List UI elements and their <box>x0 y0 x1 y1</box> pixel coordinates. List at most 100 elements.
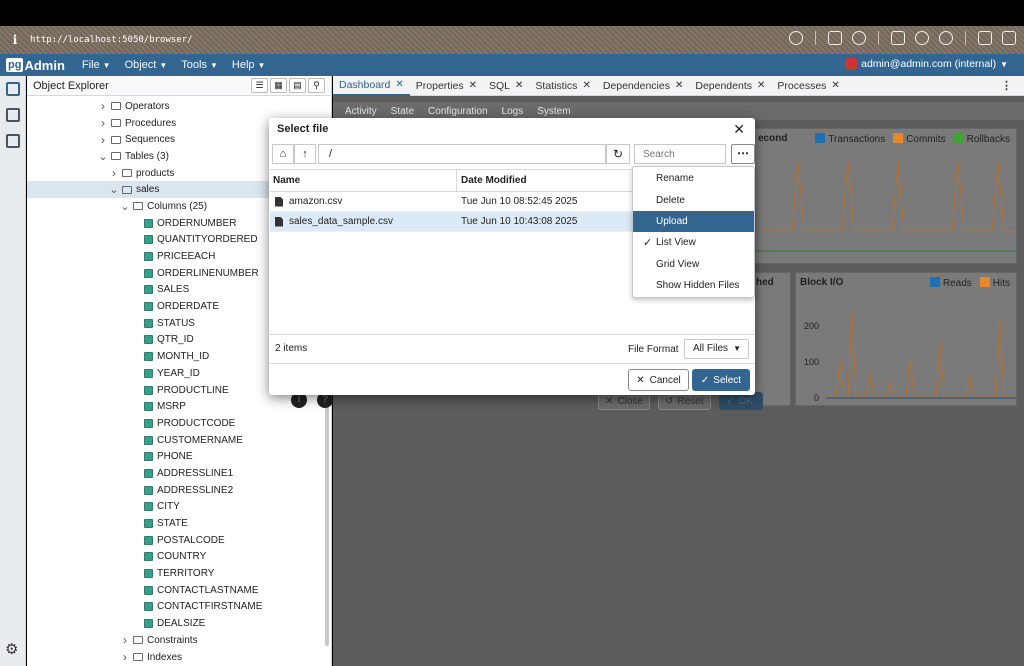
table-view-icon[interactable]: ▦ <box>270 78 287 93</box>
menu-item-grid-view[interactable]: Grid View <box>633 254 754 275</box>
info-icon[interactable]: i <box>0 33 30 47</box>
tree-item-label: Procedures <box>125 117 177 129</box>
gear-icon[interactable]: ⚙ <box>5 640 18 658</box>
menu-item-show-hidden-files[interactable]: Show Hidden Files <box>633 275 754 296</box>
menu-file-label: File <box>81 59 100 71</box>
legend-item-commits[interactable]: Commits <box>893 133 946 145</box>
legend-item-rollbacks[interactable]: Rollbacks <box>953 133 1010 145</box>
more-options-icon[interactable]: ⋮ <box>1001 79 1012 92</box>
camera-icon[interactable] <box>852 31 866 45</box>
tree-item-addressline1[interactable]: ADDRESSLINE1 <box>27 465 331 482</box>
menu-object[interactable]: Object ▼ <box>125 59 168 71</box>
tree-item-productcode[interactable]: PRODUCTCODE <box>27 415 331 432</box>
chevron-right-icon[interactable]: › <box>98 116 108 130</box>
more-options-button[interactable]: ⋯ <box>731 144 755 164</box>
chevron-right-icon[interactable]: › <box>120 633 130 647</box>
tree-item-indexes[interactable]: › Indexes <box>27 649 331 666</box>
tab-dependents[interactable]: Dependents ✕ <box>689 76 771 96</box>
menu-help[interactable]: Help ▼ <box>232 59 266 71</box>
tree-item-contactfirstname[interactable]: CONTACTFIRSTNAME <box>27 599 331 616</box>
tab-statistics[interactable]: Statistics ✕ <box>529 76 596 96</box>
refresh-icon[interactable]: ↻ <box>606 144 630 164</box>
tab-processes[interactable]: Processes ✕ <box>771 76 845 96</box>
object-explorer-header: Object Explorer ☰ ▦ ▤ ⚲ <box>27 76 331 96</box>
close-icon[interactable]: ✕ <box>582 80 590 91</box>
menu-file[interactable]: File ▼ <box>82 59 111 71</box>
column-header-name[interactable]: Name <box>270 169 457 192</box>
database-icon[interactable] <box>6 108 20 122</box>
url-text[interactable]: http://localhost:5050/browser/ <box>30 35 193 45</box>
object-explorer-icon[interactable] <box>6 82 20 96</box>
chevron-right-icon[interactable]: › <box>98 133 108 147</box>
subtab-activity[interactable]: Activity <box>345 106 377 117</box>
tree-item-customername[interactable]: CUSTOMERNAME <box>27 432 331 449</box>
legend-item-transactions[interactable]: Transactions <box>815 133 885 145</box>
subtab-logs[interactable]: Logs <box>502 106 524 117</box>
column-icon <box>144 485 153 495</box>
tree-item-postalcode[interactable]: POSTALCODE <box>27 532 331 549</box>
home-icon[interactable]: ⌂ <box>272 144 294 164</box>
tree-item-city[interactable]: CITY <box>27 499 331 516</box>
tree-item-country[interactable]: COUNTRY <box>27 549 331 566</box>
tree-item-territory[interactable]: TERRITORY <box>27 565 331 582</box>
menu-item-upload[interactable]: Upload <box>633 210 754 233</box>
search-icon[interactable]: ⚲ <box>308 78 325 93</box>
search-input[interactable] <box>634 144 726 164</box>
target-icon[interactable] <box>939 31 953 45</box>
path-input[interactable]: / <box>318 144 606 164</box>
chevron-down-icon[interactable]: ⌄ <box>98 150 108 163</box>
column-header-date-modified[interactable]: Date Modified <box>457 170 527 192</box>
menu-tools[interactable]: Tools ▼ <box>181 59 218 71</box>
close-icon[interactable]: ✕ <box>675 80 683 91</box>
arrow-up-icon[interactable]: ↑ <box>294 144 316 164</box>
legend-item-reads[interactable]: Reads <box>929 277 972 289</box>
user-menu[interactable]: admin@admin.com (internal) ▼ <box>845 58 1008 70</box>
cancel-button[interactable]: ✕ Cancel <box>628 369 689 391</box>
close-icon[interactable]: ✕ <box>757 80 765 91</box>
subtab-configuration[interactable]: Configuration <box>428 106 487 117</box>
subtab-system[interactable]: System <box>537 106 570 117</box>
tree-item-operators[interactable]: › Operators <box>27 98 331 115</box>
close-icon[interactable]: ✕ <box>469 80 477 91</box>
code-icon[interactable] <box>978 31 992 45</box>
tree-item-phone[interactable]: PHONE <box>27 448 331 465</box>
tree-item-constraints[interactable]: › Constraints <box>27 632 331 649</box>
chevron-down-icon[interactable]: ⌄ <box>109 183 119 196</box>
subtab-state[interactable]: State <box>391 106 414 117</box>
column-icon <box>144 402 153 412</box>
link-icon[interactable] <box>789 31 803 45</box>
chevron-right-icon[interactable]: › <box>98 99 108 113</box>
screenshot-icon[interactable] <box>828 31 842 45</box>
file-format-select[interactable]: All Files ▼ <box>684 339 749 359</box>
tree-item-contactlastname[interactable]: CONTACTLASTNAME <box>27 582 331 599</box>
tab-properties[interactable]: Properties ✕ <box>410 76 483 96</box>
filter-rows-icon[interactable]: ▤ <box>289 78 306 93</box>
terminal-icon[interactable] <box>891 31 905 45</box>
legend-item-hits[interactable]: Hits <box>979 277 1010 289</box>
menu-item-delete[interactable]: Delete <box>633 189 754 210</box>
tab-dashboard[interactable]: Dashboard ✕ <box>333 76 410 96</box>
query-tool-icon[interactable]: ☰ <box>251 78 268 93</box>
globe-icon[interactable] <box>915 31 929 45</box>
close-icon[interactable]: ✕ <box>515 80 523 91</box>
menu-item-list-view[interactable]: ✓ List View <box>633 232 754 253</box>
close-icon[interactable]: ✕ <box>733 121 745 138</box>
close-icon[interactable]: ✕ <box>395 79 403 90</box>
close-icon[interactable]: ✕ <box>831 80 839 91</box>
schema-diff-icon[interactable] <box>6 134 20 148</box>
menu-item-rename[interactable]: Rename <box>633 168 754 189</box>
expand-icon[interactable] <box>1002 31 1016 45</box>
tree-item-dealsize[interactable]: DEALSIZE <box>27 615 331 632</box>
chevron-right-icon[interactable]: › <box>109 166 119 180</box>
file-icon <box>275 196 283 207</box>
chevron-right-icon[interactable]: › <box>120 650 130 664</box>
tab-sql[interactable]: SQL ✕ <box>483 76 529 96</box>
tree-item-state[interactable]: STATE <box>27 515 331 532</box>
tab-dependencies[interactable]: Dependencies ✕ <box>597 76 690 96</box>
select-button[interactable]: ✓ Select <box>692 369 750 391</box>
chevron-down-icon[interactable]: ⌄ <box>120 200 130 213</box>
tree-item-addressline2[interactable]: ADDRESSLINE2 <box>27 482 331 499</box>
node-icon <box>133 202 143 211</box>
column-icon <box>144 435 153 445</box>
tree-item-msrp[interactable]: MSRP <box>27 398 331 415</box>
